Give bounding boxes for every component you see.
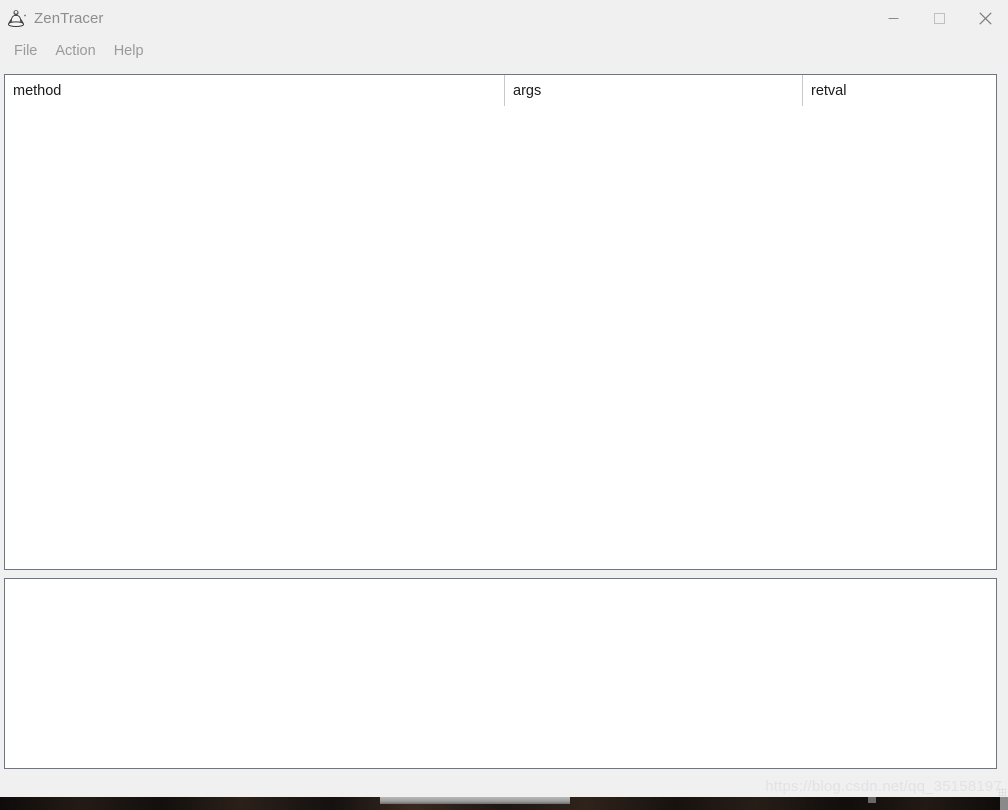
title-bar-identity: ZenTracer — [5, 0, 104, 37]
window-title: ZenTracer — [34, 10, 104, 27]
window-controls — [870, 0, 1008, 37]
minimize-button[interactable] — [870, 0, 916, 37]
desktop-background-strip — [0, 797, 1008, 810]
zentracer-window: ZenTracer File Action Help method args r… — [0, 0, 1008, 797]
column-header-args[interactable]: args — [504, 75, 802, 106]
maximize-button[interactable] — [916, 0, 962, 37]
menu-bar: File Action Help — [0, 37, 1008, 65]
background-window-sliver — [380, 797, 570, 804]
column-header-retval[interactable]: retval — [802, 75, 996, 106]
desktop-right-edge — [1000, 797, 1008, 810]
close-button[interactable] — [962, 0, 1008, 37]
zen-meditation-figure-icon — [5, 8, 27, 30]
title-bar[interactable]: ZenTracer — [0, 0, 1008, 37]
detail-panel[interactable] — [4, 578, 997, 769]
menu-item-file[interactable]: File — [5, 41, 46, 61]
background-window-sliver-secondary — [868, 797, 876, 803]
trace-table-header-row: method args retval — [5, 75, 996, 106]
menu-item-action[interactable]: Action — [46, 41, 104, 61]
trace-table-panel: method args retval — [4, 74, 997, 570]
trace-table-body[interactable] — [5, 106, 996, 569]
column-header-method[interactable]: method — [5, 75, 504, 106]
panel-splitter[interactable] — [4, 570, 997, 578]
menu-item-help[interactable]: Help — [105, 41, 153, 61]
watermark-dot-pattern — [998, 788, 1006, 796]
csdn-watermark: https://blog.csdn.net/qq_35158197 — [765, 778, 1002, 795]
